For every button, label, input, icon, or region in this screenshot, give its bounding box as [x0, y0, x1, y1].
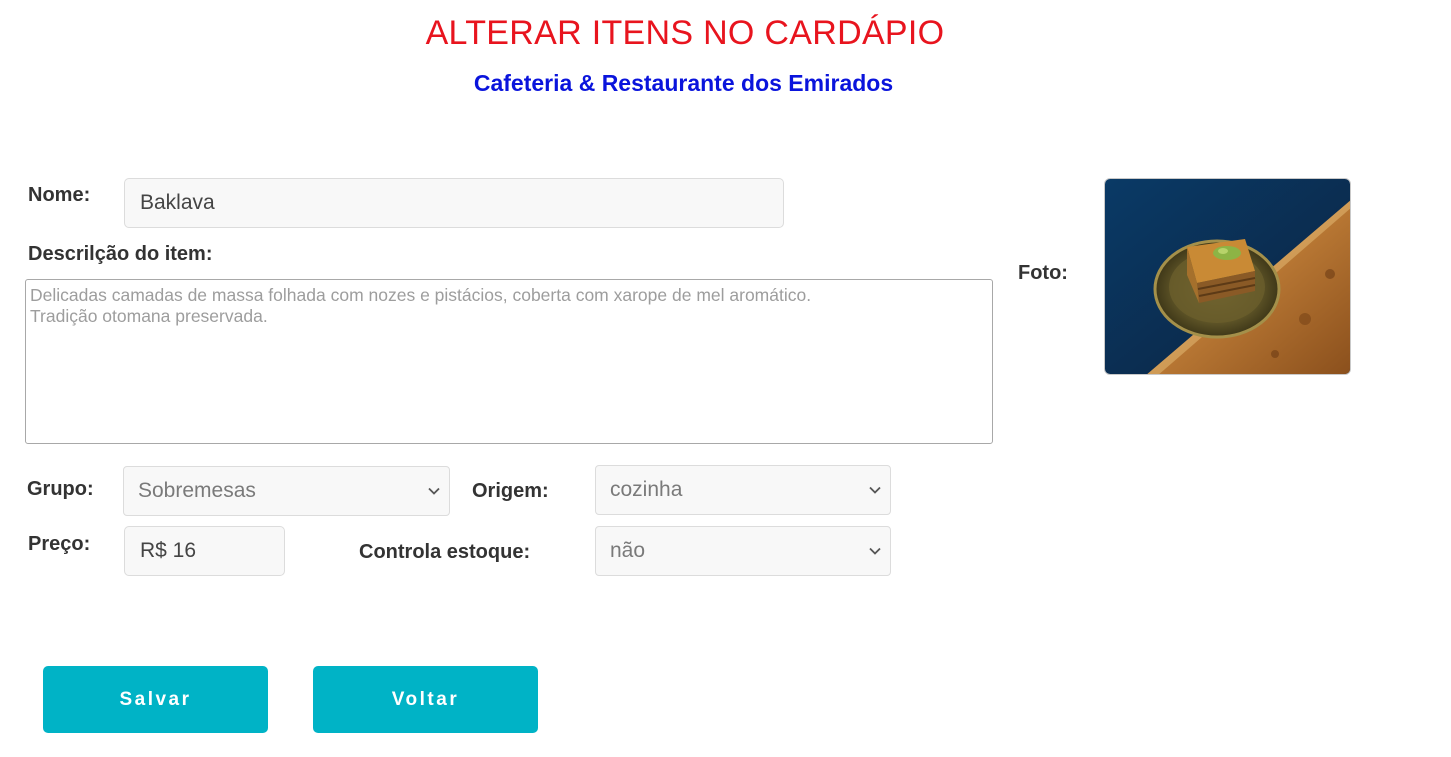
- back-button[interactable]: Voltar: [313, 666, 538, 733]
- controla-estoque-selected-value: não: [610, 539, 646, 562]
- edit-menu-item-page: ALTERAR ITENS NO CARDÁPIO Cafeteria & Re…: [0, 0, 1451, 757]
- nome-value: Baklava: [140, 191, 215, 214]
- origem-label: Origem:: [472, 480, 549, 502]
- preco-input[interactable]: R$ 16: [124, 526, 285, 576]
- restaurant-name: Cafeteria & Restaurante dos Emirados: [473, 70, 894, 96]
- chevron-down-icon: [869, 547, 881, 555]
- nome-label: Nome:: [28, 184, 91, 206]
- grupo-selected-value: Sobremesas: [138, 479, 256, 502]
- controla-estoque-label: Controla estoque:: [359, 541, 531, 563]
- item-photo[interactable]: [1104, 178, 1351, 375]
- foto-label: Foto:: [1018, 262, 1068, 284]
- descricao-label: Descrilção do item:: [28, 243, 213, 265]
- descricao-textarea[interactable]: Delicadas camadas de massa folhada com n…: [25, 279, 993, 444]
- page-title: ALTERAR ITENS NO CARDÁPIO: [425, 14, 945, 52]
- origem-selected-value: cozinha: [610, 478, 683, 501]
- origem-select[interactable]: cozinha: [595, 465, 891, 515]
- preco-label: Preço:: [28, 533, 91, 555]
- preco-value: R$ 16: [140, 539, 197, 562]
- save-button[interactable]: Salvar: [43, 666, 268, 733]
- grupo-select[interactable]: Sobremesas: [123, 466, 450, 516]
- baklava-photo-image: [1105, 179, 1350, 374]
- nome-input[interactable]: Baklava: [124, 178, 784, 228]
- grupo-label: Grupo:: [27, 478, 94, 500]
- controla-estoque-select[interactable]: não: [595, 526, 891, 576]
- chevron-down-icon: [869, 486, 881, 494]
- chevron-down-icon: [428, 487, 440, 495]
